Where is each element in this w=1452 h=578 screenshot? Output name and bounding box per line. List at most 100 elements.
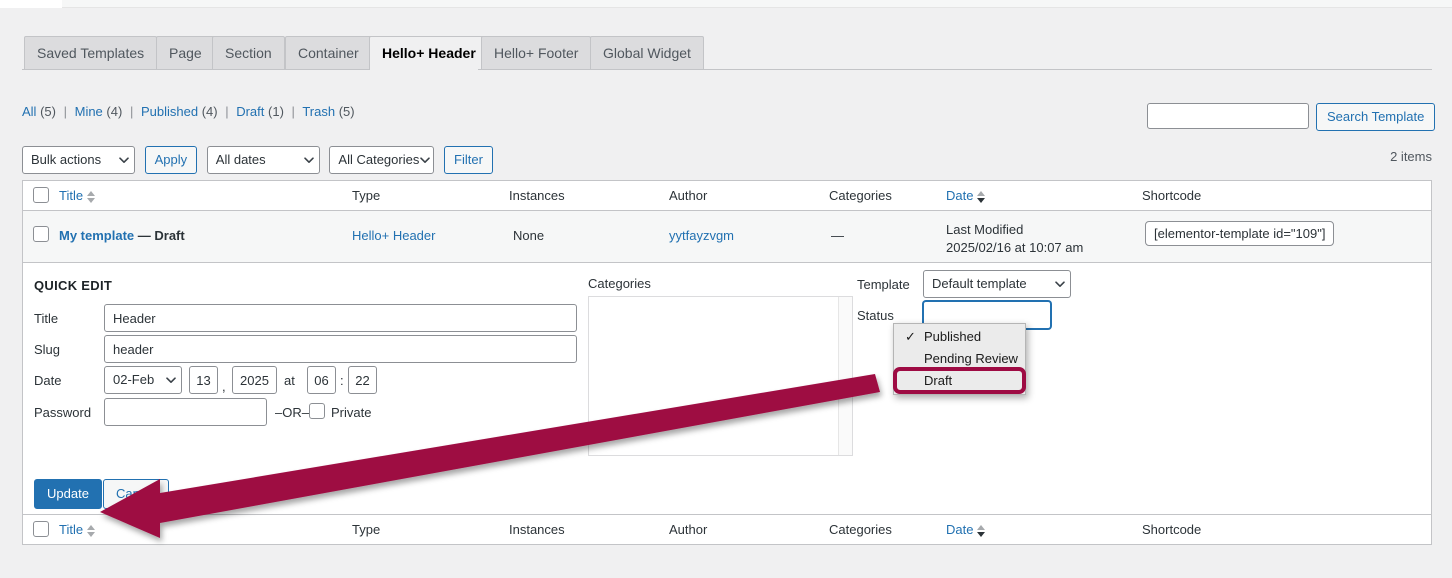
quick-edit-day-input[interactable] <box>189 366 218 394</box>
row-select-checkbox[interactable] <box>33 226 49 245</box>
filter-link-mine[interactable]: Mine <box>75 104 103 119</box>
status-option-label: Draft <box>924 373 953 388</box>
filter-link-label: Mine <box>74 104 103 119</box>
tab-saved-templates[interactable]: Saved Templates <box>24 36 158 70</box>
column-label: Title <box>59 188 84 203</box>
status-filter-links: All (5) | Mine (4) | Published (4) | Dra… <box>22 104 355 119</box>
filter-count-published: (4) <box>201 104 218 119</box>
items-count-label: 2 items <box>1390 149 1432 164</box>
chevron-down-icon <box>1055 281 1065 287</box>
select-all-checkbox-top[interactable] <box>33 187 49 206</box>
filter-count-draft: (1) <box>268 104 284 119</box>
sort-indicator-icon <box>86 190 96 203</box>
filter-count-mine: (4) <box>106 104 123 119</box>
tablenav-top: Bulk actions Apply All dates All Categor… <box>22 146 499 174</box>
quick-edit-date-label: Date <box>34 373 62 388</box>
quick-edit-title-input[interactable] <box>104 304 577 332</box>
template-select[interactable]: Default template <box>923 270 1071 298</box>
column-header-author: Author <box>669 188 708 203</box>
column-header-shortcode: Shortcode <box>1142 188 1202 203</box>
status-option-pending-review[interactable]: Pending Review <box>894 348 1025 370</box>
row-type-link[interactable]: Hello+ Header <box>352 228 435 243</box>
filter-button[interactable]: Filter <box>444 146 493 174</box>
checkbox-box <box>33 187 49 203</box>
tab-hello-plus-header[interactable]: Hello+ Header <box>369 36 489 70</box>
sort-indicator-icon <box>976 524 986 537</box>
column-header-title[interactable]: Title <box>59 188 96 203</box>
date-filter-value: All dates <box>215 152 266 167</box>
footer-column-header-date[interactable]: Date <box>946 522 986 537</box>
category-filter-select[interactable]: All Categories <box>329 146 435 174</box>
tab-global-widget[interactable]: Global Widget <box>590 36 704 70</box>
row-instances: None <box>513 228 545 243</box>
status-dropdown-menu[interactable]: ✓ Published Pending Review Draft <box>893 323 1026 395</box>
tab-container[interactable]: Container <box>285 36 372 70</box>
filter-link-draft[interactable]: Draft <box>236 104 264 119</box>
search-template-button[interactable]: Search Template <box>1316 103 1436 131</box>
tab-label: Section <box>225 45 272 61</box>
row-date-value: 2025/02/16 at 10:07 am <box>946 240 1084 255</box>
row-title-link[interactable]: My template — Draft <box>59 228 185 243</box>
categories-list-box[interactable] <box>588 296 853 456</box>
filter-link-published[interactable]: Published <box>141 104 198 119</box>
filter-link-all[interactable]: All <box>22 104 36 119</box>
table-row: My template — Draft Hello+ Header None y… <box>23 211 1431 263</box>
template-value: Default template <box>932 276 1027 291</box>
chevron-down-icon <box>420 157 431 163</box>
quick-edit-hour-input[interactable] <box>307 366 336 394</box>
quick-edit-minute-input[interactable] <box>348 366 377 394</box>
status-label: Status <box>857 308 894 323</box>
column-header-date[interactable]: Date <box>946 188 986 203</box>
row-author-link[interactable]: yytfayzvgm <box>669 228 734 243</box>
bulk-actions-select[interactable]: Bulk actions <box>22 146 135 174</box>
footer-column-header-title[interactable]: Title <box>59 522 96 537</box>
update-button[interactable]: Update <box>34 479 102 509</box>
tab-label: Global Widget <box>603 45 691 61</box>
templates-table: Title Type Instances Author Categories D… <box>22 180 1432 545</box>
tab-section[interactable]: Section <box>212 36 285 70</box>
quick-edit-year-input[interactable] <box>232 366 277 394</box>
column-label: Date <box>946 188 974 203</box>
filter-count-all: (5) <box>40 104 56 119</box>
quick-edit-slug-input[interactable] <box>104 335 577 363</box>
column-label: Date <box>946 522 974 537</box>
filter-link-label: Draft <box>236 104 265 119</box>
row-title-text: My template <box>59 228 135 243</box>
date-at-label: at <box>284 373 295 388</box>
active-tab-underline-gap <box>370 69 478 70</box>
quick-edit-password-input[interactable] <box>104 398 267 426</box>
checkbox-box <box>33 226 49 242</box>
row-date: Last Modified 2025/02/16 at 10:07 am <box>946 221 1083 257</box>
row-state-text: — Draft <box>137 228 185 243</box>
table-header-row: Title Type Instances Author Categories D… <box>23 181 1431 211</box>
filter-separator: | <box>63 104 67 119</box>
cancel-button[interactable]: Cancel <box>103 479 170 509</box>
quick-edit-title-label: Title <box>34 311 59 326</box>
tab-page[interactable]: Page <box>156 36 215 70</box>
sort-indicator-icon <box>976 190 986 203</box>
private-checkbox[interactable] <box>309 403 325 419</box>
private-label: Private <box>331 405 372 420</box>
apply-button[interactable]: Apply <box>144 146 198 174</box>
categories-scrollbar[interactable] <box>838 297 852 455</box>
tab-hello-plus-footer[interactable]: Hello+ Footer <box>481 36 592 70</box>
search-input[interactable] <box>1148 104 1308 128</box>
row-shortcode-field[interactable]: [elementor-template id="109"] <box>1145 221 1335 246</box>
chevron-down-icon <box>166 377 176 383</box>
date-comma: , <box>222 379 226 394</box>
quick-edit-month-select[interactable]: 02-Feb <box>104 366 182 394</box>
footer-column-header-shortcode: Shortcode <box>1142 522 1202 537</box>
categories-label: Categories <box>588 276 651 291</box>
status-option-published[interactable]: ✓ Published <box>894 326 1025 348</box>
search-input-wrapper[interactable] <box>1147 103 1309 129</box>
tab-label: Hello+ Footer <box>494 45 579 61</box>
status-option-draft[interactable]: Draft <box>894 370 1025 392</box>
chevron-down-icon <box>303 157 314 163</box>
filter-separator: | <box>129 104 134 119</box>
quick-edit-panel: QUICK EDIT Title Slug Date 02-Feb , at :… <box>23 263 1431 514</box>
row-categories: — <box>831 228 844 243</box>
footer-column-header-categories: Categories <box>829 522 892 537</box>
date-filter-select[interactable]: All dates <box>206 146 320 174</box>
select-all-checkbox-bottom[interactable] <box>33 521 49 540</box>
filter-link-trash[interactable]: Trash <box>302 104 335 119</box>
